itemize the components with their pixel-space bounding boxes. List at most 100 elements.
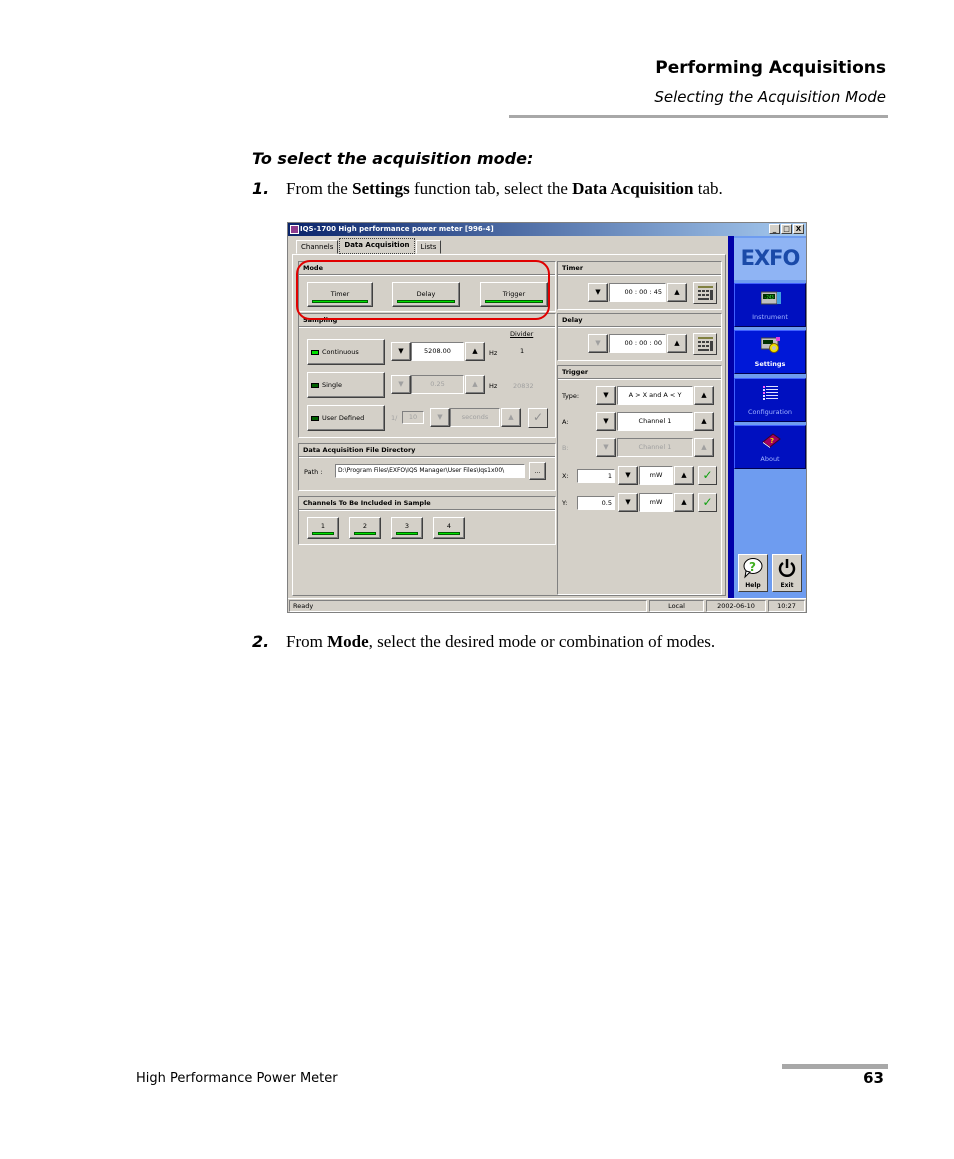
user-defined-decrease-button[interactable]: ▼	[430, 408, 450, 427]
svg-text:?: ?	[749, 560, 756, 574]
y-unit-decrease-button[interactable]: ▼	[618, 493, 638, 512]
close-button[interactable]: X	[793, 224, 804, 234]
timer-increase-button[interactable]: ▲	[667, 283, 687, 302]
title-bar: IQS-1700 High performance power meter [9…	[288, 223, 806, 236]
svg-text:?: ?	[770, 437, 774, 445]
on-indicator	[396, 532, 418, 535]
step-text: , select the desired mode or combination…	[368, 632, 716, 651]
nav-label: Configuration	[747, 408, 793, 416]
channel-2-button[interactable]: 2	[349, 517, 381, 539]
settings-icon	[761, 337, 780, 353]
b-label: B:	[562, 444, 569, 452]
b-decrease-button[interactable]: ▼	[596, 438, 616, 457]
b-channel-field[interactable]: Channel 1	[617, 438, 693, 457]
tab-channels[interactable]: Channels	[296, 240, 339, 254]
x-apply-button[interactable]: ✓	[698, 466, 717, 485]
timer-field[interactable]: 00 : 00 : 45	[609, 283, 666, 302]
delay-decrease-button[interactable]: ▼	[588, 334, 608, 353]
x-unit-decrease-button[interactable]: ▼	[618, 466, 638, 485]
sidebar-item-settings[interactable]: Settings	[734, 330, 806, 374]
button-label: Help	[745, 582, 761, 589]
y-value-field[interactable]: 0.5	[577, 496, 615, 510]
step-2: 2. From Mode, select the desired mode or …	[252, 632, 715, 652]
delay-field[interactable]: 00 : 00 : 00	[609, 334, 666, 353]
user-defined-value-field[interactable]: 10	[402, 411, 424, 424]
minimize-button[interactable]: _	[769, 224, 780, 234]
a-channel-field[interactable]: Channel 1	[617, 412, 693, 431]
on-indicator	[312, 532, 334, 535]
sidebar-item-instrument[interactable]: -243 Instrument	[734, 283, 806, 327]
channel-3-button[interactable]: 3	[391, 517, 423, 539]
delay-heading: Delay	[558, 314, 721, 327]
a-decrease-button[interactable]: ▼	[596, 412, 616, 431]
type-decrease-button[interactable]: ▼	[596, 386, 616, 405]
x-unit-increase-button[interactable]: ▲	[674, 466, 694, 485]
file-directory-group: Data Acquisition File Directory Path : D…	[298, 443, 556, 491]
trigger-mode-button[interactable]: Trigger	[480, 282, 548, 307]
a-increase-button[interactable]: ▲	[694, 412, 714, 431]
timer-mode-button[interactable]: Timer	[307, 282, 373, 307]
nav-label: About	[760, 455, 780, 463]
single-button[interactable]: Single	[307, 372, 385, 398]
y-unit-increase-button[interactable]: ▲	[674, 493, 694, 512]
path-label: Path :	[304, 468, 323, 476]
single-decrease-button[interactable]: ▼	[391, 375, 411, 394]
x-unit-field[interactable]: mW	[639, 466, 673, 485]
path-input[interactable]: D:\Program Files\EXFO\IQS Manager\User F…	[335, 464, 525, 478]
x-value-field[interactable]: 1	[577, 469, 615, 483]
led-indicator	[311, 415, 319, 421]
continuous-decrease-button[interactable]: ▼	[391, 342, 411, 361]
delay-group: Delay ▼ 00 : 00 : 00 ▲	[557, 313, 722, 361]
timer-decrease-button[interactable]: ▼	[588, 283, 608, 302]
sampling-group: Sampling Divider Continuous ▼ 5208.00 ▲ …	[298, 313, 556, 438]
continuous-button[interactable]: Continuous	[307, 339, 385, 365]
instrument-icon: -243	[761, 291, 781, 305]
button-label: Exit	[780, 582, 794, 589]
sidebar-item-about[interactable]: ? About	[734, 425, 806, 469]
keypad-icon	[698, 286, 713, 300]
user-defined-unit-field[interactable]: seconds	[450, 408, 500, 427]
type-field[interactable]: A > X and A < Y	[617, 386, 693, 405]
user-defined-button[interactable]: User Defined	[307, 405, 385, 431]
footer-doc-title: High Performance Power Meter	[136, 1071, 338, 1086]
continuous-unit: Hz	[489, 349, 498, 357]
procedure-title: To select the acquisition mode:	[252, 149, 534, 168]
timer-heading: Timer	[558, 262, 721, 275]
file-directory-heading: Data Acquisition File Directory	[299, 444, 555, 457]
trigger-heading: Trigger	[558, 366, 721, 379]
user-defined-increase-button[interactable]: ▲	[501, 408, 521, 427]
sidebar-item-configuration[interactable]: Configuration	[734, 378, 806, 422]
button-label: ...	[534, 467, 541, 475]
exfo-logo: EXFO	[734, 238, 806, 280]
tab-lists[interactable]: Lists	[415, 240, 442, 254]
status-date: 2002-06-10	[706, 600, 766, 612]
status-bar: Ready Local 2002-06-10 10:27	[288, 598, 806, 612]
configuration-icon	[763, 386, 778, 400]
delay-mode-button[interactable]: Delay	[392, 282, 460, 307]
channel-4-button[interactable]: 4	[433, 517, 465, 539]
delay-keypad-button[interactable]	[693, 333, 717, 355]
delay-increase-button[interactable]: ▲	[667, 334, 687, 353]
browse-button[interactable]: ...	[529, 462, 546, 480]
b-increase-button[interactable]: ▲	[694, 438, 714, 457]
channel-1-button[interactable]: 1	[307, 517, 339, 539]
section-title: Selecting the Acquisition Mode	[654, 88, 886, 106]
y-apply-button[interactable]: ✓	[698, 493, 717, 512]
y-unit-field[interactable]: mW	[639, 493, 673, 512]
step-emphasis: Data Acquisition	[572, 179, 694, 198]
a-label: A:	[562, 418, 569, 426]
single-increase-button[interactable]: ▲	[465, 375, 485, 394]
help-button[interactable]: ? Help	[738, 554, 768, 592]
single-rate-field[interactable]: 0.25	[411, 375, 464, 394]
maximize-button[interactable]: □	[781, 224, 792, 234]
channels-group: Channels To Be Included in Sample 1 2 3 …	[298, 496, 556, 545]
timer-keypad-button[interactable]	[693, 282, 717, 304]
continuous-increase-button[interactable]: ▲	[465, 342, 485, 361]
exit-button[interactable]: Exit	[772, 554, 802, 592]
status-mode: Local	[649, 600, 704, 612]
continuous-rate-field[interactable]: 5208.00	[411, 342, 464, 361]
x-label: X:	[562, 472, 569, 480]
tab-data-acquisition[interactable]: Data Acquisition	[339, 238, 415, 254]
user-defined-apply-button[interactable]: ✓	[528, 408, 548, 428]
type-increase-button[interactable]: ▲	[694, 386, 714, 405]
